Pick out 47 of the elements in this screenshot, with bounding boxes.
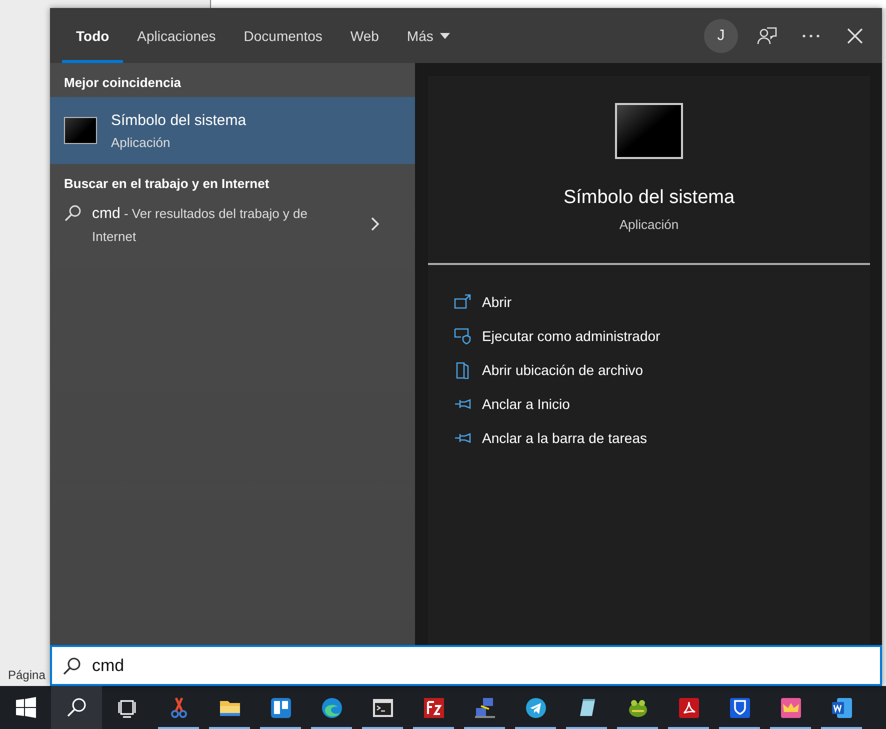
search-icon — [62, 656, 82, 676]
shield-icon[interactable] — [728, 696, 752, 720]
crown-icon[interactable] — [778, 696, 802, 720]
action-label: Ejecutar como administrador — [482, 328, 660, 344]
network-computers-icon[interactable] — [472, 696, 496, 720]
more-dropdown-tab[interactable]: Más — [392, 8, 464, 63]
best-match-item[interactable]: Símbolo del sistema Aplicación — [50, 97, 415, 164]
action-label: Anclar a la barra de tareas — [482, 430, 647, 446]
action-link[interactable]: Anclar a Inicio — [428, 387, 870, 421]
web-search-text: cmd - Ver resultados del trabajo y de Internet — [92, 204, 309, 246]
chevron-right-icon — [371, 217, 379, 231]
console-window-icon — [615, 103, 683, 159]
section-heading: Buscar en el trabajo y en Internet — [63, 175, 270, 193]
action-label: Abrir — [482, 294, 512, 310]
filter-tab[interactable]: Aplicaciones — [123, 8, 230, 63]
action-link[interactable]: Abrir — [428, 285, 870, 319]
word-document-icon[interactable] — [830, 696, 854, 720]
search-icon[interactable] — [64, 696, 88, 720]
search-box[interactable]: cmd — [50, 645, 882, 686]
action-link[interactable]: Anclar a la barra de tareas — [428, 421, 870, 455]
web-search-item[interactable]: cmd - Ver resultados del trabajo y de Internet — [50, 198, 415, 252]
search-icon — [64, 204, 82, 222]
action-link[interactable]: Abrir ubicación de archivo — [428, 353, 870, 387]
section-heading: Mejor coincidencia — [63, 74, 182, 92]
shield-window-icon — [454, 328, 471, 344]
app-type-text: Aplicación — [111, 134, 172, 150]
pdf-icon[interactable] — [676, 696, 700, 720]
search-field[interactable]: cmd — [92, 650, 880, 680]
action-link[interactable]: Ejecutar como administrador — [428, 319, 870, 353]
filter-tab[interactable]: Web — [336, 8, 393, 63]
filter-tab[interactable]: Documentos — [230, 8, 336, 63]
action-label: Abrir ubicación de archivo — [482, 362, 644, 378]
letter-tile-icon[interactable] — [422, 696, 446, 720]
page-status-text: Página — [8, 668, 46, 682]
windows-logo-icon[interactable] — [14, 696, 38, 720]
folder-outline-icon — [454, 362, 471, 378]
account-avatar[interactable]: J — [704, 18, 738, 52]
board-icon[interactable] — [268, 696, 292, 720]
app-title: Símbolo del sistema — [111, 112, 246, 128]
console-window-icon — [64, 117, 97, 144]
swirl-icon[interactable] — [320, 696, 344, 720]
open-window-icon — [454, 294, 471, 310]
app-title: Símbolo del sistema — [563, 187, 735, 209]
app-type-text: Aplicación — [619, 217, 679, 232]
caret-icon — [440, 32, 450, 38]
action-label: Anclar a Inicio — [482, 396, 570, 412]
paper-plane-icon[interactable] — [524, 696, 548, 720]
